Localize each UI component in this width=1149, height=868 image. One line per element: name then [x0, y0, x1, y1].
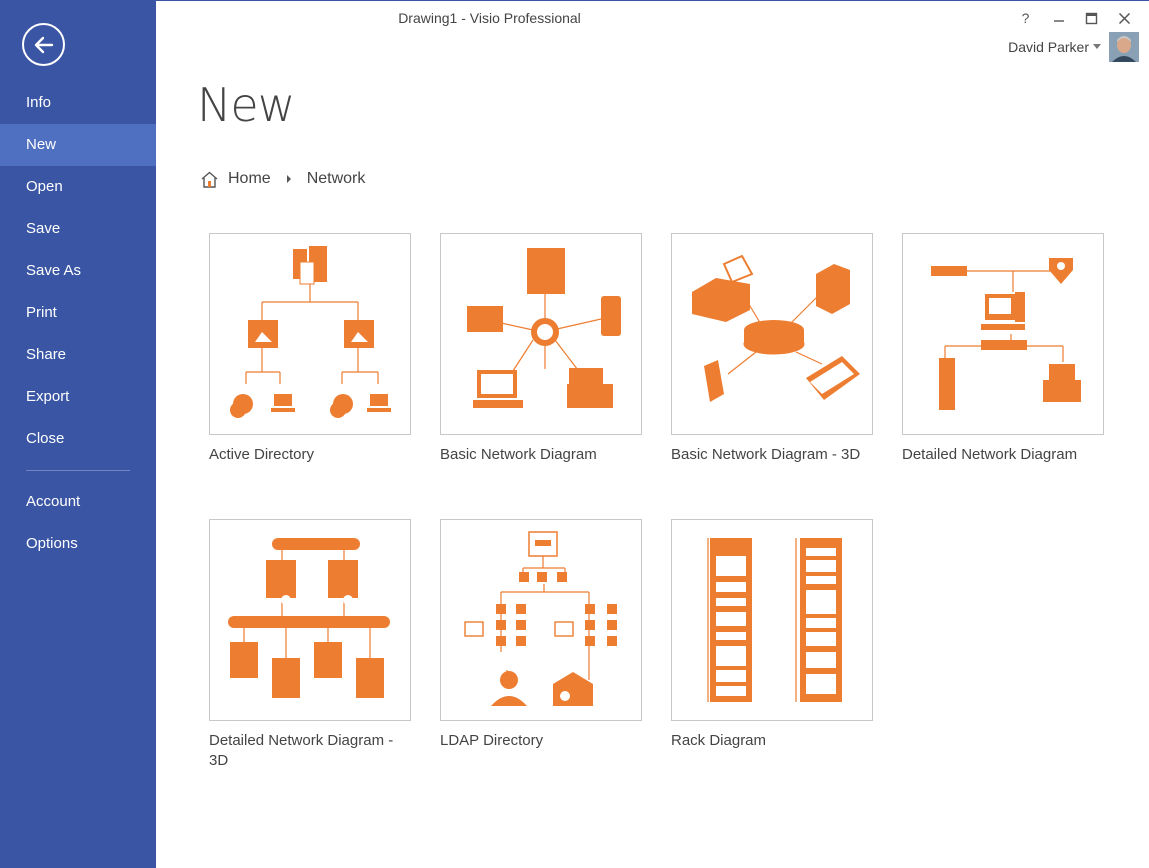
breadcrumb-current[interactable]: Network — [307, 170, 366, 188]
basic-network-diagram-icon — [467, 248, 621, 408]
active-directory-diagram-icon — [230, 246, 391, 418]
template-tile-active-directory[interactable]: Active Directory — [209, 233, 411, 465]
chevron-right-icon — [286, 175, 291, 183]
nav-item-options[interactable]: Options — [0, 523, 156, 565]
nav-item-print[interactable]: Print — [0, 292, 156, 334]
template-label: Active Directory — [209, 446, 315, 463]
ldap-directory-icon — [464, 531, 617, 706]
avatar — [1109, 32, 1139, 62]
help-button[interactable]: ? — [1009, 7, 1042, 29]
back-button[interactable] — [22, 23, 65, 66]
nav-item-close[interactable]: Close — [0, 418, 156, 460]
detailed-network-3d-icon — [228, 538, 390, 698]
nav-item-save[interactable]: Save — [0, 208, 156, 250]
help-icon: ? — [1021, 10, 1030, 26]
window-title: Drawing1 - Visio Professional — [398, 10, 581, 26]
template-label: Rack Diagram — [671, 732, 767, 749]
chevron-down-icon — [1093, 44, 1101, 49]
template-tile-rack-diagram[interactable]: Rack Diagram — [671, 519, 873, 751]
user-account-menu[interactable]: David Parker — [1008, 32, 1139, 62]
template-thumbnail — [671, 519, 873, 721]
minimize-icon — [1053, 20, 1064, 22]
maximize-icon — [1085, 12, 1098, 24]
template-tile-detailed-network-diagram-3d[interactable]: Detailed Network Diagram - 3D — [209, 519, 411, 771]
page-title: New — [197, 78, 295, 132]
nav-item-new[interactable]: New — [0, 124, 156, 166]
maximize-button[interactable] — [1075, 7, 1108, 29]
nav-item-export[interactable]: Export — [0, 376, 156, 418]
template-tile-basic-network-diagram-3d[interactable]: Basic Network Diagram - 3D — [671, 233, 873, 465]
nav-item-share[interactable]: Share — [0, 334, 156, 376]
nav-divider — [26, 470, 130, 471]
nav-item-save-as[interactable]: Save As — [0, 250, 156, 292]
window-controls: ? — [1009, 7, 1141, 29]
template-label: LDAP Directory — [440, 732, 544, 749]
nav-item-open[interactable]: Open — [0, 166, 156, 208]
nav-item-info[interactable]: Info — [0, 82, 156, 124]
template-label: Basic Network Diagram — [440, 446, 597, 463]
close-button[interactable] — [1108, 7, 1141, 29]
template-thumbnail — [902, 233, 1104, 435]
template-tile-basic-network-diagram[interactable]: Basic Network Diagram — [440, 233, 642, 465]
template-thumbnail — [440, 233, 642, 435]
detailed-network-diagram-icon — [931, 258, 1081, 410]
visio-backstage: Info New Open Save Save As Print Share E… — [0, 0, 1149, 868]
nav-item-account[interactable]: Account — [0, 481, 156, 523]
template-thumbnail — [209, 233, 411, 435]
template-label: Basic Network Diagram - 3D — [671, 446, 861, 463]
backstage-nav: Info New Open Save Save As Print Share E… — [0, 82, 156, 565]
rack-diagram-icon — [707, 538, 842, 702]
breadcrumb: Home Network — [200, 170, 365, 188]
backstage-sidebar: Info New Open Save Save As Print Share E… — [0, 0, 156, 868]
back-arrow-icon — [34, 36, 53, 53]
close-icon — [1118, 12, 1131, 24]
template-tile-ldap-directory[interactable]: LDAP Directory — [440, 519, 642, 751]
template-label: Detailed Network Diagram — [902, 446, 1078, 463]
home-icon — [201, 171, 218, 188]
minimize-button[interactable] — [1042, 7, 1075, 29]
template-thumbnail — [440, 519, 642, 721]
basic-network-3d-icon — [692, 254, 860, 402]
template-thumbnail — [671, 233, 873, 435]
template-tile-detailed-network-diagram[interactable]: Detailed Network Diagram — [902, 233, 1104, 465]
breadcrumb-home[interactable]: Home — [200, 170, 271, 188]
breadcrumb-home-label: Home — [228, 170, 271, 187]
template-thumbnail — [209, 519, 411, 721]
title-bar: Drawing1 - Visio Professional ? — [156, 0, 1149, 34]
template-label: Detailed Network Diagram - 3D — [209, 732, 394, 769]
user-name: David Parker — [1008, 39, 1089, 55]
